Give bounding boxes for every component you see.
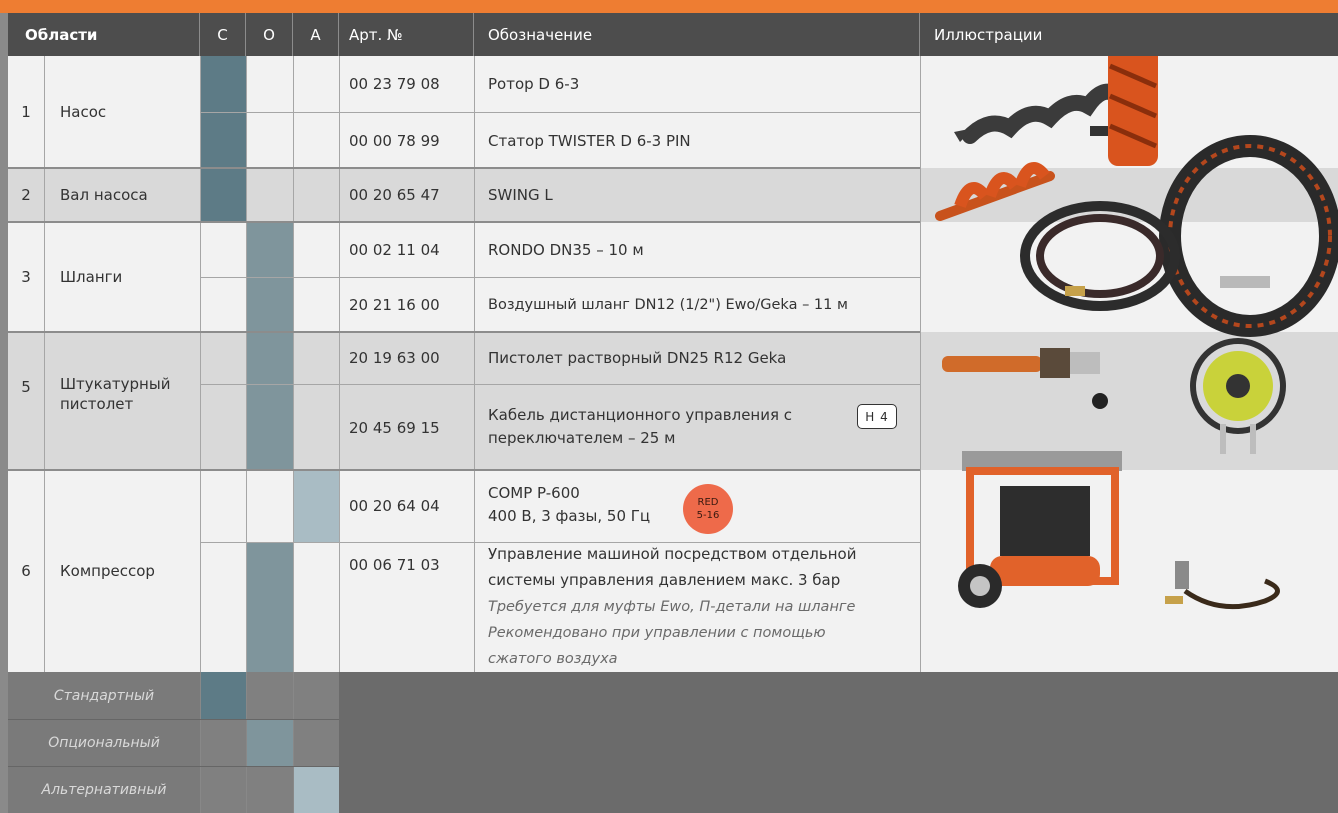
item-designation: RONDO DN35 – 10 м <box>488 240 644 259</box>
legend-standard-label: Стандартный <box>8 672 200 719</box>
group-number: 1 <box>21 103 31 121</box>
legend-empty-cell <box>246 672 293 719</box>
pressure-control-image <box>1165 561 1280 610</box>
group-number: 6 <box>21 562 31 580</box>
group-number: 3 <box>21 268 31 286</box>
stator-image <box>1090 56 1158 166</box>
cable-reel-image <box>1190 338 1286 454</box>
legend-empty-cell <box>200 767 246 813</box>
item-note: сжатого воздуха <box>488 651 618 667</box>
table-header: Области C O A Арт. № Обозначение Иллюстр… <box>8 13 1338 56</box>
item-designation: Воздушный шланг DN12 (1/2") Ewo/Geka – 1… <box>488 297 848 313</box>
alternative-mark <box>293 470 339 542</box>
badge-line: 5-16 <box>696 510 720 521</box>
header-areas: Области <box>8 13 200 56</box>
group-name: Штукатурный пистолет <box>60 375 171 413</box>
article-number: 20 21 16 00 <box>349 296 440 314</box>
legend-alternative-label: Альтернативный <box>8 767 200 813</box>
illustrations-panel <box>935 56 1338 610</box>
grid-line <box>44 56 45 672</box>
legend-empty-cell <box>246 767 293 813</box>
item-designation: Кабель дистанционного управления с <box>488 406 793 424</box>
grid-line <box>200 384 920 385</box>
item-designation: системы управления давлением макс. 3 бар <box>488 571 841 589</box>
item-designation: 400 В, 3 фазы, 50 Гц <box>488 507 651 525</box>
legend-empty-cell <box>293 672 339 719</box>
legend-divider <box>8 766 339 767</box>
group-number: 5 <box>21 378 31 396</box>
item-designation: COMP P-600 <box>488 484 580 502</box>
grid-line <box>339 56 340 672</box>
item-designation: переключателем – 25 м <box>488 429 676 447</box>
group-name: Насос <box>60 103 107 121</box>
grid-line <box>474 56 475 672</box>
article-number: 00 02 11 04 <box>349 240 440 259</box>
item-designation: SWING L <box>488 186 553 204</box>
group-name: Шланги <box>60 268 123 286</box>
optional-mark <box>246 222 293 470</box>
article-number: 20 45 69 15 <box>349 418 440 437</box>
item-designation: Статор TWISTER D 6-3 PIN <box>488 131 691 150</box>
badge-line: RED <box>697 497 719 508</box>
legend-alternative-swatch <box>293 767 339 813</box>
legend-optional-swatch <box>246 720 293 766</box>
air-hose-image <box>1020 201 1180 311</box>
info-tag-badge: H 4 <box>857 404 897 429</box>
article-number: 00 20 64 04 <box>349 497 440 515</box>
grid-line <box>293 56 294 672</box>
standard-mark <box>200 56 246 222</box>
header-illustrations: Иллюстрации <box>934 25 1043 44</box>
item-designation: Управление машиной посредством отдельной <box>488 545 857 563</box>
item-designation: Пистолет растворный DN25 R12 Geka <box>488 349 787 367</box>
article-number: 00 06 71 03 <box>349 556 440 574</box>
red-info-badge: RED 5-16 <box>683 484 733 534</box>
article-number: 00 20 65 47 <box>349 186 440 204</box>
article-number: 20 19 63 00 <box>349 349 440 367</box>
optional-mark <box>246 542 293 672</box>
header-alternative-col: A <box>293 13 339 56</box>
hose-image <box>1159 135 1338 337</box>
legend-optional-label: Опциональный <box>8 720 200 766</box>
item-note: Рекомендовано при управлении с помощью <box>488 625 826 641</box>
group-name: Вал насоса <box>60 186 148 204</box>
legend-standard-swatch <box>200 672 246 719</box>
item-note: Требуется для муфты Ewo, П-детали на шла… <box>488 599 856 615</box>
grid-line <box>200 56 201 672</box>
header-designation: Обозначение <box>474 13 920 56</box>
legend-divider <box>8 719 339 720</box>
header-standard-col: C <box>200 13 246 56</box>
legend-empty-cell <box>200 720 246 766</box>
swing-shaft-image <box>935 162 1055 221</box>
compressor-image <box>958 451 1122 608</box>
top-accent-bar <box>0 0 1338 13</box>
left-margin-strip <box>0 13 8 813</box>
grid-line <box>246 56 247 672</box>
group-number: 2 <box>21 186 31 204</box>
article-number: 00 00 78 99 <box>349 131 440 150</box>
legend-empty-cell <box>293 720 339 766</box>
header-optional-col: O <box>246 13 293 56</box>
group-name: Компрессор <box>60 562 155 580</box>
header-article: Арт. № <box>339 13 474 56</box>
plaster-gun-image <box>942 348 1108 409</box>
article-number: 00 23 79 08 <box>349 75 440 93</box>
item-designation: Ротор D 6-3 <box>488 75 580 93</box>
